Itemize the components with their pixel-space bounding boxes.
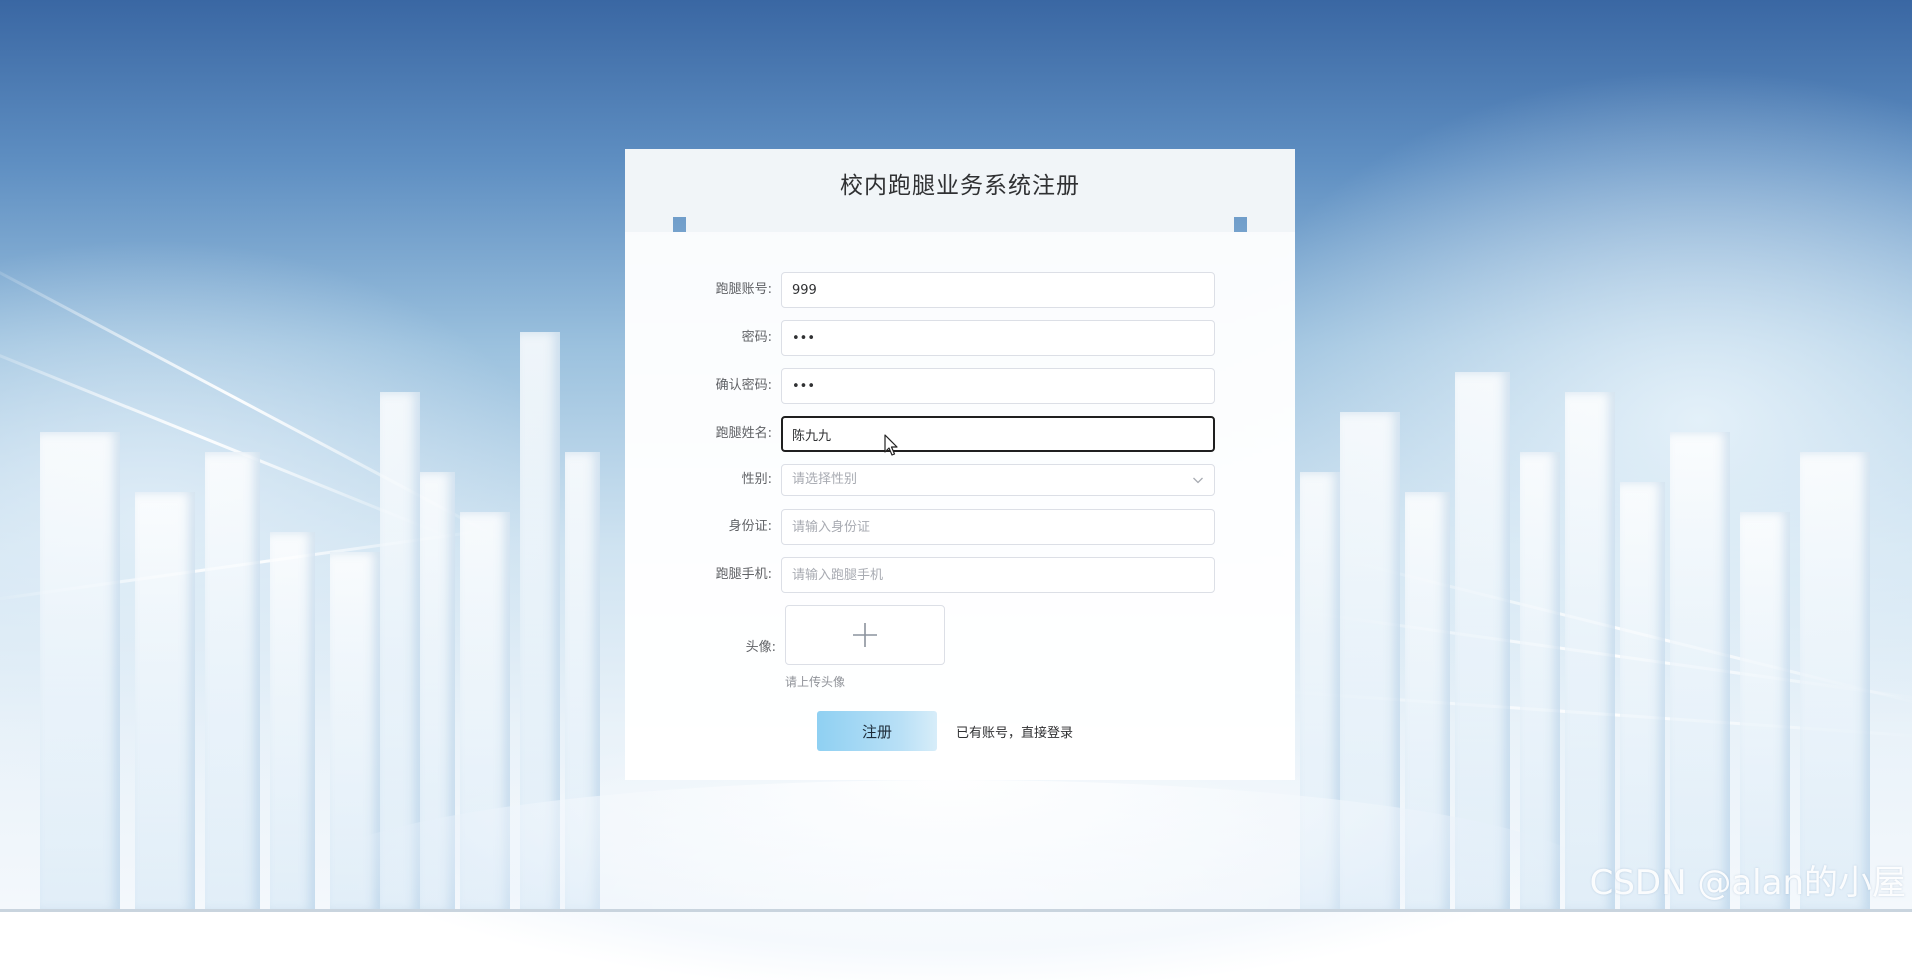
register-card-body <box>625 232 1295 780</box>
gender-select[interactable]: 请选择性别 <box>781 464 1215 496</box>
form-row-password: 密码: <box>625 320 1295 356</box>
name-input[interactable] <box>781 416 1215 452</box>
password-input[interactable] <box>781 320 1215 356</box>
account-input[interactable] <box>781 272 1215 308</box>
card-decor-left <box>625 217 673 232</box>
chevron-down-icon <box>1193 477 1203 484</box>
register-button[interactable]: 注册 <box>817 711 937 751</box>
watermark-text: CSDN @alan的小屋 <box>1589 863 1906 903</box>
form-row-account: 跑腿账号: <box>625 272 1295 308</box>
mouse-cursor-icon <box>884 434 898 456</box>
phone-label: 跑腿手机: <box>715 567 772 582</box>
plus-icon <box>853 623 877 647</box>
account-label: 跑腿账号: <box>715 282 772 297</box>
login-link[interactable]: 已有账号，直接登录 <box>956 722 1073 741</box>
id-card-input[interactable] <box>781 509 1215 545</box>
register-card-header: 校内跑腿业务系统注册 <box>625 149 1295 217</box>
card-decor-center <box>686 217 1234 232</box>
avatar-label: 头像: <box>745 640 776 655</box>
name-label: 跑腿姓名: <box>715 426 772 441</box>
avatar-upload[interactable] <box>785 605 945 665</box>
form-row-id-card: 身份证: <box>625 509 1295 545</box>
form-row-gender: 性别: 请选择性别 <box>625 464 1295 496</box>
form-row-name: 跑腿姓名: <box>625 416 1295 452</box>
form-row-phone: 跑腿手机: <box>625 557 1295 593</box>
confirm-password-input[interactable] <box>781 368 1215 404</box>
page-title: 校内跑腿业务系统注册 <box>840 173 1080 199</box>
password-label: 密码: <box>741 330 772 345</box>
gender-label: 性别: <box>741 472 772 487</box>
gender-select-placeholder: 请选择性别 <box>792 472 858 487</box>
phone-input[interactable] <box>781 557 1215 593</box>
avatar-upload-hint: 请上传头像 <box>785 675 846 689</box>
card-decor-right <box>1247 217 1295 232</box>
form-row-confirm-password: 确认密码: <box>625 368 1295 404</box>
confirm-password-label: 确认密码: <box>715 378 772 393</box>
id-card-label: 身份证: <box>728 519 772 534</box>
